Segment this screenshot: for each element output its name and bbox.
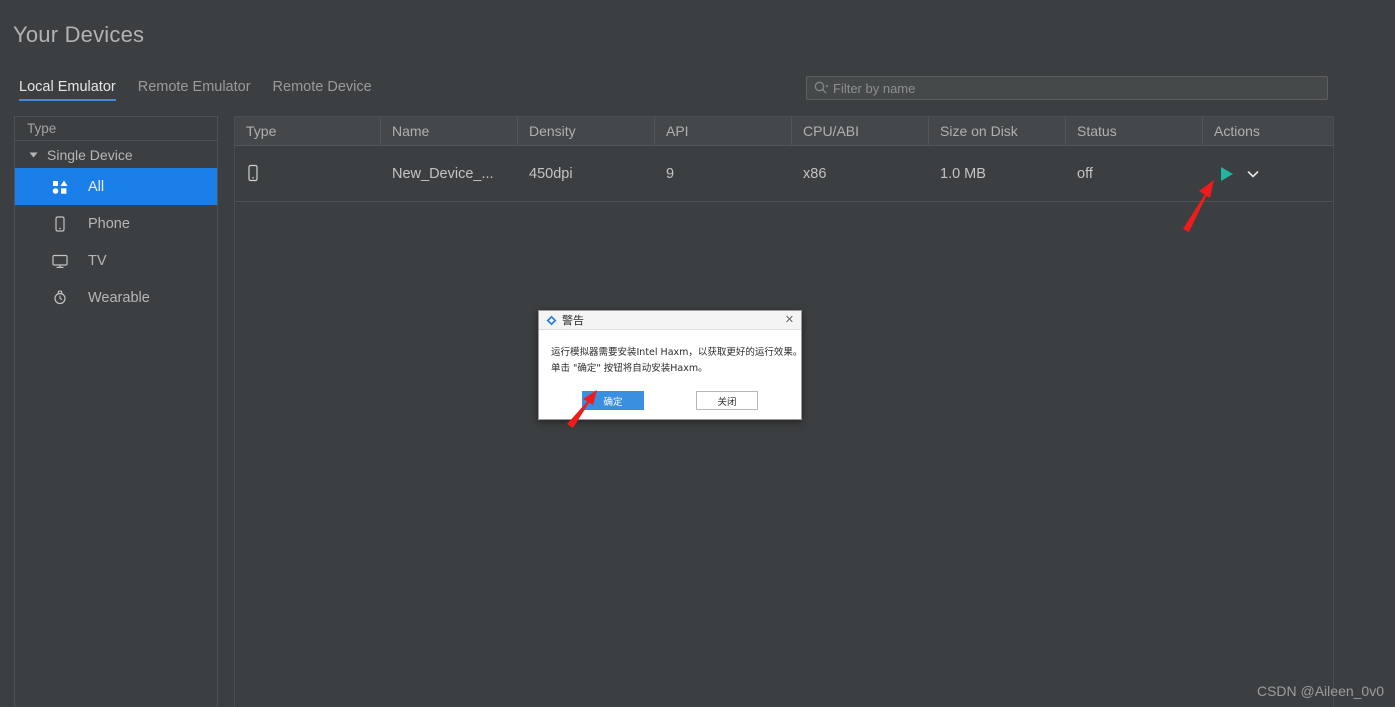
dialog-message-line-2: 单击 "确定" 按钮将自动安装Haxm。 — [551, 363, 708, 374]
tab-local-emulator[interactable]: Local Emulator — [19, 79, 116, 101]
dialog-title: 警告 — [562, 314, 584, 327]
dialog-titlebar: 警告 ✕ — [539, 311, 801, 330]
sidebar-item-tv[interactable]: TV — [15, 242, 217, 279]
column-header-name[interactable]: Name — [381, 117, 518, 145]
sidebar-group-label: Single Device — [47, 146, 133, 163]
diamond-warning-icon — [546, 315, 557, 325]
phone-icon — [248, 164, 258, 182]
phone-icon — [55, 215, 65, 232]
sidebar: Type Single Device All Phone TV Wearable — [14, 116, 218, 707]
search-icon — [814, 81, 829, 94]
column-header-status[interactable]: Status — [1066, 117, 1203, 145]
sidebar-item-label: TV — [88, 252, 107, 269]
sidebar-item-label: Wearable — [88, 289, 150, 306]
dialog-body: 运行模拟器需要安装Intel Haxm，以获取更好的运行效果。 单击 "确定" … — [539, 330, 803, 377]
watermark: CSDN @Aileen_0v0 — [1256, 683, 1384, 699]
table-row[interactable]: New_Device_... 450dpi 9 x86 1.0 MB off — [235, 146, 1333, 202]
warning-dialog: 警告 ✕ 运行模拟器需要安装Intel Haxm，以获取更好的运行效果。 单击 … — [538, 310, 802, 420]
column-header-api[interactable]: API — [655, 117, 792, 145]
cell-api: 9 — [666, 165, 675, 182]
sidebar-item-all[interactable]: All — [15, 168, 217, 205]
cell-name[interactable]: New_Device_... — [381, 146, 518, 201]
watch-icon — [54, 290, 66, 304]
sidebar-header: Type — [15, 117, 217, 141]
cell-size-on-disk: 1.0 MB — [940, 165, 986, 182]
dialog-button-row: 确定 关闭 — [539, 391, 801, 410]
table-header-row: Type Name Density API CPU/ABI Size on Di… — [235, 117, 1333, 146]
sidebar-item-label: Phone — [88, 215, 130, 232]
search-box[interactable] — [806, 76, 1328, 100]
column-header-type[interactable]: Type — [235, 117, 381, 145]
tv-icon — [52, 254, 68, 268]
column-header-size-on-disk[interactable]: Size on Disk — [929, 117, 1066, 145]
search-input[interactable] — [833, 80, 1321, 96]
cell-type — [235, 146, 381, 201]
column-header-cpu-abi[interactable]: CPU/ABI — [792, 117, 929, 145]
sidebar-group-single-device[interactable]: Single Device — [15, 141, 217, 168]
cell-actions — [1203, 146, 1333, 201]
tab-remote-device[interactable]: Remote Device — [273, 79, 372, 101]
dialog-message-line-1: 运行模拟器需要安装Intel Haxm，以获取更好的运行效果。 — [551, 347, 803, 358]
tab-bar: Local Emulator Remote Emulator Remote De… — [19, 79, 372, 101]
sidebar-item-wearable[interactable]: Wearable — [15, 279, 217, 316]
column-header-actions[interactable]: Actions — [1203, 117, 1333, 145]
page-title: Your Devices — [13, 22, 145, 47]
sidebar-item-label: All — [88, 178, 105, 195]
column-header-density[interactable]: Density — [518, 117, 655, 145]
chevron-down-icon[interactable] — [1245, 166, 1261, 182]
cell-status: off — [1077, 165, 1093, 182]
dialog-ok-button[interactable]: 确定 — [582, 391, 644, 410]
cell-cpu-abi: x86 — [803, 165, 827, 182]
cell-density: 450dpi — [529, 165, 573, 182]
tab-remote-emulator[interactable]: Remote Emulator — [138, 79, 251, 101]
sidebar-item-phone[interactable]: Phone — [15, 205, 217, 242]
close-icon[interactable]: ✕ — [783, 314, 796, 327]
dialog-close-button[interactable]: 关闭 — [696, 391, 758, 410]
all-shapes-icon — [52, 180, 68, 194]
chevron-expanded-icon[interactable] — [29, 152, 38, 157]
run-play-icon[interactable] — [1221, 166, 1233, 181]
